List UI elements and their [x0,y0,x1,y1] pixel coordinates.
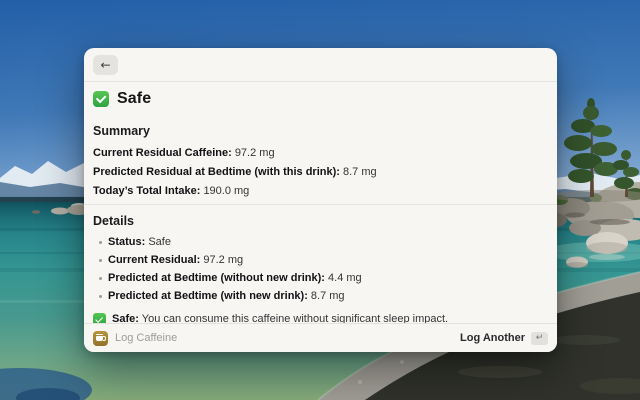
detail-predicted-without: Predicted at Bedtime (without new drink)… [108,272,548,285]
check-mark-icon [93,313,106,323]
summary-total-intake: Today’s Total Intake: 190.0 mg [93,185,548,198]
verdict-text: Safe: You can consume this caffeine with… [112,313,448,323]
coffee-cup-icon [93,331,108,346]
log-another-label: Log Another [460,332,525,344]
verdict-row: Safe: You can consume this caffeine with… [93,313,548,323]
details-list: Status: Safe Current Residual: 97.2 mg P… [93,236,548,303]
window-header: ← [84,48,557,82]
detail-status: Status: Safe [108,236,548,249]
summary-predicted-bedtime: Predicted Residual at Bedtime (with this… [93,166,548,179]
details-heading: Details [93,214,548,228]
detail-current-residual: Current Residual: 97.2 mg [108,254,548,267]
footer-app-name: Log Caffeine [115,332,177,344]
check-mark-icon [93,91,109,107]
result-window: ← Safe Summary Current Residual Caffeine… [84,48,557,352]
page-title: Safe [117,90,151,108]
summary-current-residual: Current Residual Caffeine: 97.2 mg [93,147,548,160]
back-arrow-icon: ← [100,59,110,71]
window-body: Safe Summary Current Residual Caffeine: … [84,82,557,323]
section-divider [84,204,557,205]
page-title-row: Safe [93,90,548,108]
log-another-button[interactable]: Log Another ↵ [460,332,548,345]
back-button[interactable]: ← [93,55,118,75]
return-key-icon: ↵ [531,332,548,345]
summary-heading: Summary [93,124,548,138]
detail-predicted-with: Predicted at Bedtime (with new drink): 8… [108,290,548,303]
window-footer: Log Caffeine Log Another ↵ [84,323,557,352]
